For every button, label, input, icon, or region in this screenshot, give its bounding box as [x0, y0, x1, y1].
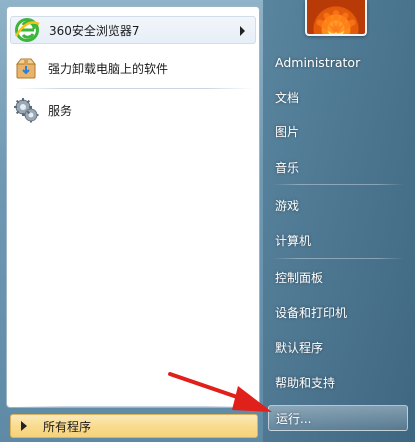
program-360-browser[interactable]: 360安全浏览器7	[10, 16, 256, 44]
link-label: 运行...	[276, 411, 312, 426]
start-menu: 360安全浏览器7 强力卸载电脑上的软件 服务 所有程序 Administrat…	[0, 0, 415, 442]
link-default-programs[interactable]: 默认程序	[268, 334, 408, 360]
link-label: 设备和打印机	[275, 305, 348, 320]
link-documents[interactable]: 文档	[268, 84, 408, 110]
user-name: Administrator	[275, 54, 361, 70]
link-label: 计算机	[275, 233, 312, 248]
gears-icon	[12, 96, 40, 124]
right-separator	[272, 258, 404, 259]
program-services[interactable]: 服务	[10, 96, 256, 124]
link-label: 帮助和支持	[275, 375, 336, 390]
browser-360-icon	[13, 16, 41, 44]
link-music[interactable]: 音乐	[268, 154, 408, 180]
programs-separator	[14, 88, 254, 89]
link-label: 文档	[275, 90, 300, 105]
right-separator	[272, 184, 404, 185]
expand-arrow-icon	[21, 421, 27, 431]
link-run[interactable]: 运行...	[268, 405, 408, 431]
all-programs-separator	[14, 406, 254, 407]
link-control-panel[interactable]: 控制面板	[268, 264, 408, 290]
link-label: 控制面板	[275, 270, 324, 285]
link-devices-printers[interactable]: 设备和打印机	[268, 299, 408, 325]
user-folder-link[interactable]: Administrator	[268, 49, 408, 75]
link-pictures[interactable]: 图片	[268, 118, 408, 144]
link-help-support[interactable]: 帮助和支持	[268, 369, 408, 395]
link-games[interactable]: 游戏	[268, 192, 408, 218]
link-label: 游戏	[275, 198, 300, 213]
program-label: 服务	[48, 103, 73, 118]
submenu-arrow-icon[interactable]	[240, 26, 245, 36]
link-label: 音乐	[275, 160, 300, 175]
link-computer[interactable]: 计算机	[268, 227, 408, 253]
program-uninstaller[interactable]: 强力卸载电脑上的软件	[10, 54, 256, 82]
link-label: 默认程序	[275, 340, 324, 355]
all-programs-button[interactable]: 所有程序	[10, 414, 258, 438]
program-label: 强力卸载电脑上的软件	[48, 61, 169, 76]
link-label: 图片	[275, 124, 300, 139]
program-label: 360安全浏览器7	[49, 23, 140, 38]
user-avatar[interactable]	[305, 0, 367, 36]
uninstall-box-icon	[12, 54, 40, 82]
all-programs-label: 所有程序	[43, 419, 92, 434]
